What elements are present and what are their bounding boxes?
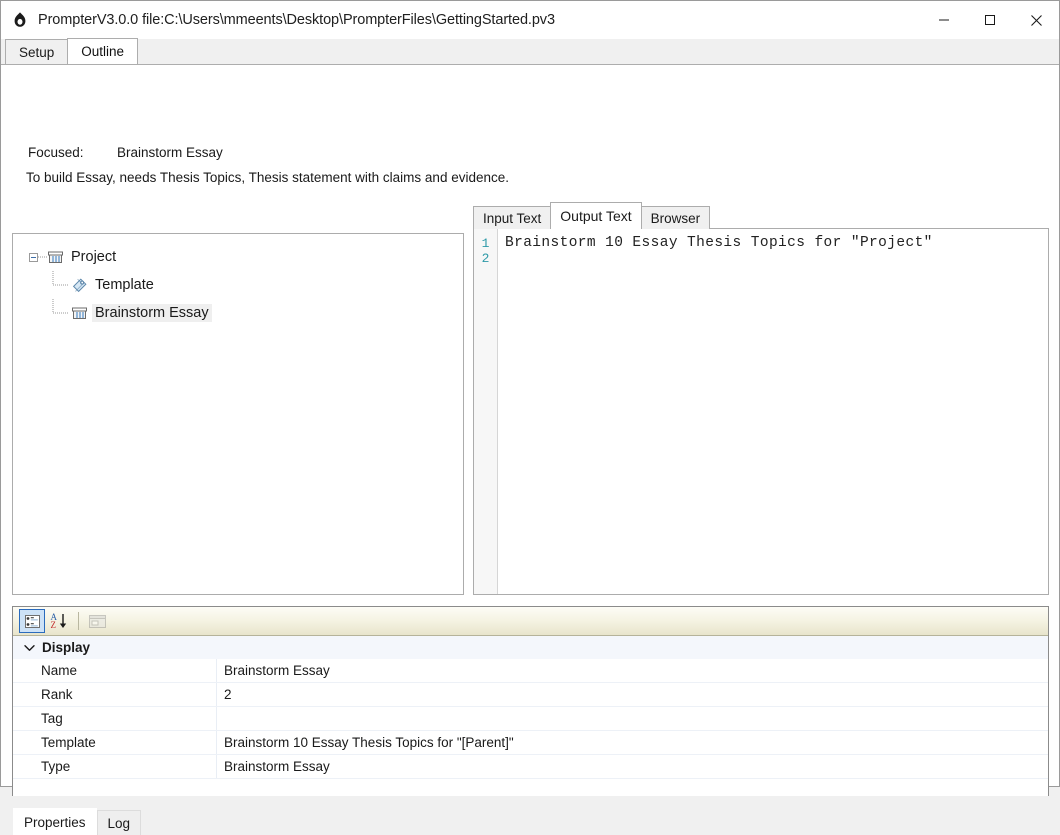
- property-value[interactable]: Brainstorm Essay: [217, 755, 1048, 778]
- tab-log[interactable]: Log: [96, 810, 142, 835]
- property-value[interactable]: Brainstorm Essay: [217, 659, 1048, 682]
- outline-page: Focused: Brainstorm Essay To build Essay…: [1, 65, 1059, 835]
- code-line: Brainstorm 10 Essay Thesis Topics for "P…: [505, 235, 933, 251]
- tab-setup[interactable]: Setup: [5, 39, 69, 64]
- svg-text:Z: Z: [50, 620, 56, 630]
- property-category-name: Display: [13, 636, 90, 659]
- property-value[interactable]: [217, 707, 1048, 730]
- code-text-area[interactable]: Brainstorm 10 Essay Thesis Topics for "P…: [498, 229, 1048, 594]
- alphabetical-sort-button[interactable]: A Z: [46, 609, 72, 633]
- property-value[interactable]: 2: [217, 683, 1048, 706]
- line-number: 2: [481, 251, 490, 266]
- tag-icon: [71, 277, 88, 294]
- property-pages-button[interactable]: [84, 609, 110, 633]
- outline-hint-text: To build Essay, needs Thesis Topics, The…: [26, 170, 509, 185]
- tree-item-project[interactable]: Project: [13, 243, 463, 271]
- close-button[interactable]: [1013, 1, 1059, 39]
- property-grid[interactable]: Display Name Brainstorm Essay Rank 2 Tag…: [13, 636, 1048, 796]
- property-row-template[interactable]: Template Brainstorm 10 Essay Thesis Topi…: [13, 731, 1048, 755]
- property-name: Rank: [13, 683, 217, 706]
- minimize-button[interactable]: [921, 1, 967, 39]
- tab-output-text[interactable]: Output Text: [550, 202, 642, 229]
- tree-item-label: Project: [71, 249, 117, 265]
- property-row-type[interactable]: Type Brainstorm Essay: [13, 755, 1048, 779]
- expand-collapse-icon[interactable]: [29, 252, 38, 262]
- line-number: 1: [481, 236, 490, 251]
- chevron-down-icon[interactable]: [23, 642, 35, 654]
- app-window: PrompterV3.0.0 file:C:\Users\mmeents\Des…: [0, 0, 1060, 835]
- line-number-gutter: 1 2: [474, 229, 498, 594]
- box-icon: [47, 249, 64, 266]
- property-name: Name: [13, 659, 217, 682]
- box-icon: [71, 305, 88, 322]
- tree-item-brainstorm-essay[interactable]: Brainstorm Essay: [13, 299, 463, 327]
- property-grid-toolbar: A Z: [13, 607, 1048, 636]
- categorized-view-button[interactable]: [19, 609, 45, 633]
- window-title: PrompterV3.0.0 file:C:\Users\mmeents\Des…: [38, 12, 555, 28]
- output-text-editor[interactable]: 1 2 Brainstorm 10 Essay Thesis Topics fo…: [473, 228, 1049, 595]
- focused-value: Brainstorm Essay: [117, 145, 223, 160]
- bottom-tab-strip: Properties Log: [13, 808, 142, 835]
- tree-connector: [52, 271, 68, 286]
- tree-item-label: Brainstorm Essay: [92, 304, 212, 322]
- property-name: Template: [13, 731, 217, 754]
- maximize-button[interactable]: [967, 1, 1013, 39]
- focused-label: Focused:: [28, 145, 84, 160]
- property-value[interactable]: Brainstorm 10 Essay Thesis Topics for "[…: [217, 731, 1048, 754]
- editor-tab-strip: Input Text Output Text Browser: [473, 202, 711, 229]
- main-tab-strip: Setup Outline: [1, 38, 1059, 65]
- window-controls: [921, 1, 1059, 39]
- tab-browser[interactable]: Browser: [640, 206, 711, 229]
- tab-outline[interactable]: Outline: [67, 38, 139, 64]
- property-row-rank[interactable]: Rank 2: [13, 683, 1048, 707]
- property-category-label: Display: [42, 640, 91, 655]
- outline-tree: Project Template Brainstorm Essay: [13, 234, 463, 327]
- property-row-tag[interactable]: Tag: [13, 707, 1048, 731]
- property-grid-panel: A Z Display Name Brainstorm Essay Rank 2…: [12, 606, 1049, 796]
- tree-item-template[interactable]: Template: [13, 271, 463, 299]
- tab-input-text[interactable]: Input Text: [473, 206, 552, 229]
- property-name: Type: [13, 755, 217, 778]
- tree-item-label: Template: [95, 277, 154, 293]
- property-category-row[interactable]: Display: [13, 636, 1048, 659]
- tab-properties[interactable]: Properties: [13, 808, 97, 835]
- property-row-name[interactable]: Name Brainstorm Essay: [13, 659, 1048, 683]
- toolbar-separator: [78, 612, 79, 630]
- property-name: Tag: [13, 707, 217, 730]
- tree-connector: [52, 299, 68, 314]
- flame-icon: [10, 10, 30, 30]
- title-bar: PrompterV3.0.0 file:C:\Users\mmeents\Des…: [1, 1, 1059, 39]
- outline-tree-panel[interactable]: Project Template Brainstorm Essay: [12, 233, 464, 595]
- tree-connector: [38, 256, 47, 258]
